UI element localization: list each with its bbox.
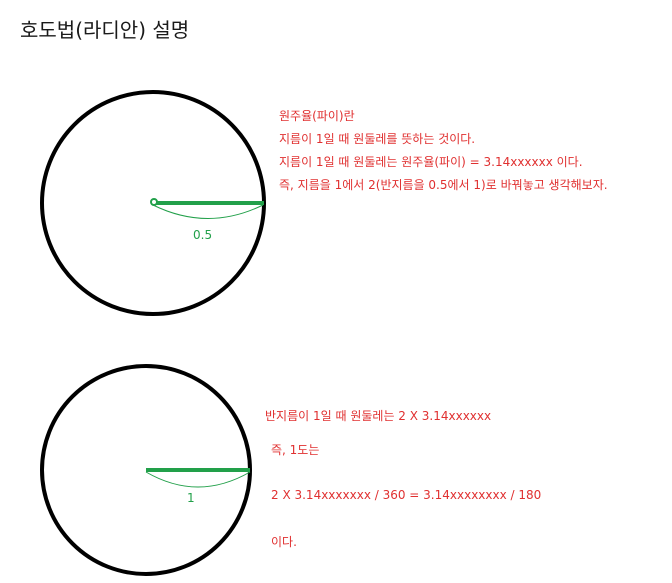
top-note-4: 즉, 지름을 1에서 2(반지름을 0.5에서 1)로 바꿔놓고 생각해보자. [279,178,608,192]
bottom-note-1: 반지름이 1일 때 원둘레는 2 X 3.14xxxxxx [265,409,492,423]
bottom-note-4: 이다. [271,535,297,549]
top-note-3: 지름이 1일 때 원둘레는 원주율(파이) = 3.14xxxxxx 이다. [279,155,583,169]
bottom-radius-label: 1 [187,491,195,505]
top-note-2: 지름이 1일 때 원둘레를 뜻하는 것이다. [279,132,476,146]
top-center-point [150,198,158,206]
bottom-note-3: 2 X 3.14xxxxxxx / 360 = 3.14xxxxxxxx / 1… [271,488,542,502]
top-note-1: 원주율(파이)란 [279,109,355,123]
bottom-radius-brace [145,471,251,488]
top-radius-brace [152,204,264,219]
bottom-note-2: 즉, 1도는 [271,443,320,457]
top-radius-label: 0.5 [193,228,213,242]
